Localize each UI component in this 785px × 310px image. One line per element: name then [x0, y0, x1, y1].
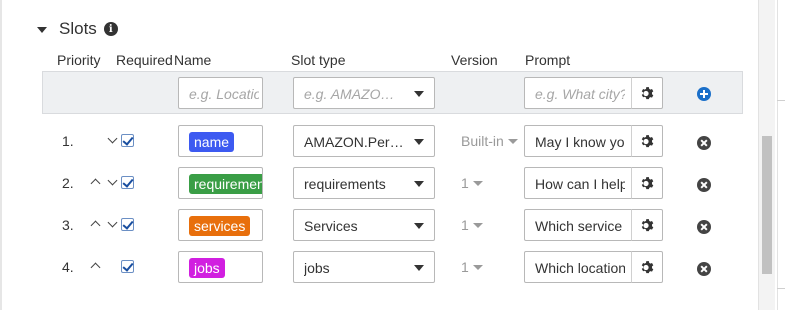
- slot-name-field[interactable]: services: [178, 209, 263, 241]
- gear-icon: [641, 260, 653, 273]
- new-slot-prompt-placeholder: e.g. What city?: [535, 86, 625, 102]
- collapse-caret-icon[interactable]: [37, 27, 47, 33]
- row-priority: 4.: [62, 259, 74, 275]
- panel-left-border: [0, 0, 2, 310]
- gear-icon: [641, 86, 653, 99]
- slot-type-select[interactable]: requirements: [293, 167, 435, 199]
- row-priority: 3.: [62, 217, 74, 233]
- move-up-icon[interactable]: [90, 178, 101, 189]
- chevron-down-icon: [414, 139, 424, 145]
- remove-slot-button[interactable]: [697, 262, 711, 276]
- slots-section-header[interactable]: Slots i: [37, 19, 118, 39]
- add-slot-button[interactable]: [697, 87, 711, 101]
- chevron-down-icon: [414, 91, 424, 97]
- slot-prompt-input[interactable]: Which service do you need?: [524, 209, 632, 241]
- slot-prompt-settings-button[interactable]: [631, 167, 663, 199]
- slot-version-value[interactable]: 1: [461, 217, 469, 233]
- slot-type-select[interactable]: AMAZON.Person: [293, 125, 435, 157]
- section-title: Slots: [59, 19, 97, 38]
- required-checkbox[interactable]: [121, 176, 134, 189]
- col-header-prompt: Prompt: [525, 52, 571, 68]
- side-divider-tick: [777, 288, 785, 289]
- new-slot-type-select[interactable]: e.g. AMAZON.US_CITY: [293, 77, 435, 109]
- slot-name-pill[interactable]: requirements: [189, 174, 262, 194]
- slot-type-value: AMAZON.Person: [304, 134, 404, 150]
- new-slot-type-placeholder: e.g. AMAZON.US_CITY: [304, 86, 404, 102]
- gear-icon: [641, 218, 653, 231]
- slot-prompt-settings-button[interactable]: [631, 251, 663, 283]
- col-header-slot-type: Slot type: [291, 52, 346, 68]
- slot-type-select[interactable]: Services: [293, 209, 435, 241]
- new-slot-prompt-settings-button[interactable]: [631, 77, 663, 109]
- slot-name-field[interactable]: requirements: [178, 167, 263, 199]
- row-priority: 2.: [62, 175, 74, 191]
- new-slot-name-placeholder: e.g. Location: [189, 86, 259, 102]
- slot-version-value[interactable]: 1: [461, 259, 469, 275]
- slot-prompt-settings-button[interactable]: [631, 125, 663, 157]
- new-slot-prompt-input[interactable]: e.g. What city?: [524, 77, 632, 109]
- slot-type-value: Services: [304, 218, 358, 234]
- slot-name-pill[interactable]: services: [189, 216, 251, 236]
- chevron-down-icon: [414, 223, 424, 229]
- slot-prompt-input[interactable]: Which location?: [524, 251, 632, 283]
- move-down-icon[interactable]: [107, 175, 118, 186]
- chevron-down-icon[interactable]: [473, 223, 483, 228]
- gear-icon: [641, 176, 653, 189]
- slot-prompt-input[interactable]: How can I help you?: [524, 167, 632, 199]
- move-up-icon[interactable]: [90, 220, 101, 231]
- slot-type-value: jobs: [304, 260, 330, 276]
- required-checkbox[interactable]: [121, 134, 134, 147]
- slot-name-pill[interactable]: jobs: [189, 258, 225, 278]
- chevron-down-icon: [414, 181, 424, 187]
- move-up-icon[interactable]: [90, 262, 101, 273]
- required-checkbox[interactable]: [121, 260, 134, 273]
- scrollbar-thumb[interactable]: [762, 136, 772, 274]
- move-down-icon[interactable]: [107, 133, 118, 144]
- chevron-down-icon[interactable]: [508, 139, 518, 144]
- slot-type-value: requirements: [304, 176, 386, 192]
- new-slot-name-input[interactable]: e.g. Location: [178, 77, 263, 109]
- chevron-down-icon[interactable]: [473, 181, 483, 186]
- col-header-required: Required: [116, 52, 173, 68]
- side-divider-tick: [777, 100, 785, 101]
- side-divider: [777, 0, 778, 310]
- row-priority: 1.: [62, 133, 74, 149]
- col-header-name: Name: [174, 52, 212, 68]
- slot-version-value[interactable]: 1: [461, 175, 469, 191]
- col-header-priority: Priority: [57, 52, 101, 68]
- slot-prompt-settings-button[interactable]: [631, 209, 663, 241]
- slot-prompt-value: Which service do you need?: [535, 218, 625, 234]
- required-checkbox[interactable]: [121, 218, 134, 231]
- slot-prompt-value: Which location?: [535, 260, 625, 276]
- chevron-down-icon[interactable]: [473, 265, 483, 270]
- col-header-version: Version: [451, 52, 498, 68]
- slot-name-field[interactable]: name: [178, 125, 263, 157]
- info-icon[interactable]: i: [103, 22, 118, 36]
- remove-slot-button[interactable]: [697, 220, 711, 234]
- move-down-icon[interactable]: [107, 217, 118, 228]
- slot-prompt-value: May I know your name?: [535, 134, 625, 150]
- slot-type-select[interactable]: jobs: [293, 251, 435, 283]
- slot-version-value[interactable]: Built-in: [461, 133, 504, 149]
- slot-name-pill[interactable]: name: [189, 132, 235, 152]
- remove-slot-button[interactable]: [697, 136, 711, 150]
- slot-prompt-input[interactable]: May I know your name?: [524, 125, 632, 157]
- gear-icon: [641, 134, 653, 147]
- slot-prompt-value: How can I help you?: [535, 176, 625, 192]
- slot-name-field[interactable]: jobs: [178, 251, 263, 283]
- chevron-down-icon: [414, 265, 424, 271]
- remove-slot-button[interactable]: [697, 178, 711, 192]
